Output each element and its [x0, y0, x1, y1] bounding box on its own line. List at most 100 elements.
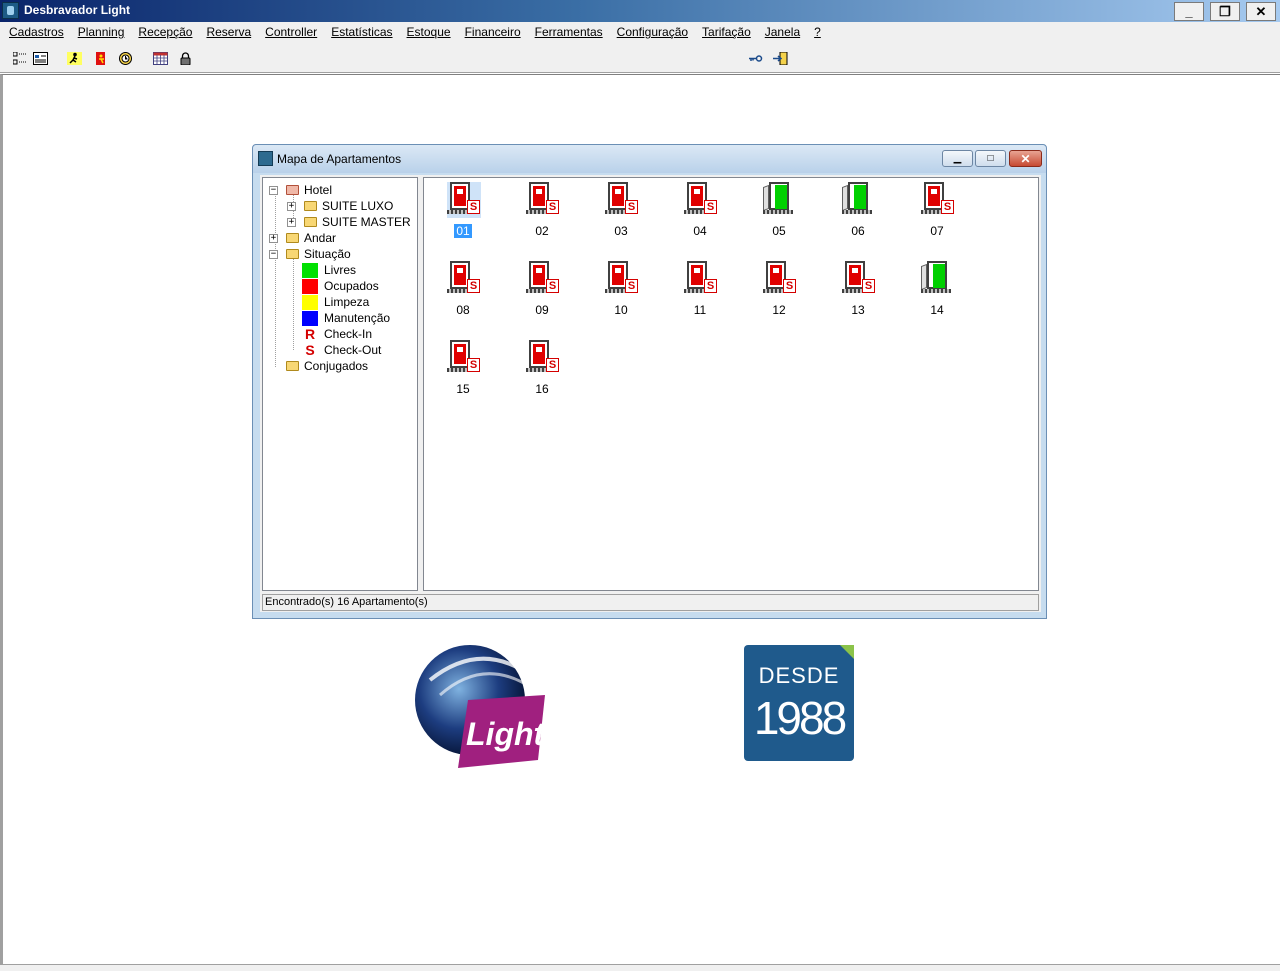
- child-close-button[interactable]: ✕: [1009, 150, 1042, 167]
- room-tree[interactable]: − Hotel + SUITE LUXO + SUITE MASTER + An…: [262, 177, 418, 591]
- apartment-number: 13: [851, 303, 865, 317]
- expand-icon[interactable]: +: [287, 217, 296, 227]
- menu-item[interactable]: Estoque: [400, 22, 458, 43]
- apartment-16[interactable]: S 16: [512, 340, 572, 400]
- child-title: Mapa de Apartamentos: [277, 152, 402, 166]
- folder-icon: [286, 233, 299, 243]
- legend-check-out[interactable]: S Check-Out: [302, 342, 381, 358]
- occupied-room-icon: S: [763, 261, 797, 297]
- minimize-button[interactable]: _: [1174, 2, 1204, 21]
- menu-item[interactable]: Planning: [71, 22, 132, 43]
- menu-item[interactable]: ?: [807, 22, 828, 43]
- apartment-icon-list[interactable]: S 01 S 02 S 03 S 04 05 06 S 07 S 08 S 09 S 10 S 11 S 12 S 13 14 S…: [423, 177, 1039, 591]
- tree-node-conjugados[interactable]: Conjugados: [286, 358, 368, 374]
- apartment-13[interactable]: S 13: [828, 261, 888, 321]
- apartment-14[interactable]: 14: [907, 261, 967, 321]
- toolbar: [0, 43, 1280, 73]
- apartment-07[interactable]: S 07: [907, 182, 967, 242]
- folder-open-icon: [286, 185, 299, 195]
- restore-button[interactable]: ❐: [1210, 2, 1240, 21]
- occupied-room-icon: S: [526, 261, 560, 297]
- menu-item[interactable]: Recepção: [131, 22, 199, 43]
- apartment-02[interactable]: S 02: [512, 182, 572, 242]
- apartment-11[interactable]: S 11: [670, 261, 730, 321]
- occupied-room-icon: S: [842, 261, 876, 297]
- occupied-room-icon: S: [526, 340, 560, 376]
- tree-node-suite-luxo[interactable]: + SUITE LUXO: [287, 198, 393, 214]
- apartment-08[interactable]: S 08: [433, 261, 493, 321]
- menu-bar: Cadastros Planning Recepção Reserva Controll…: [0, 22, 1280, 43]
- tree-node-situacao[interactable]: − Situação: [269, 246, 351, 262]
- occupied-room-icon: S: [684, 261, 718, 297]
- apartment-03[interactable]: S 03: [591, 182, 651, 242]
- apartment-12[interactable]: S 12: [749, 261, 809, 321]
- apartment-number: 04: [693, 224, 707, 238]
- menu-item[interactable]: Configuração: [610, 22, 695, 43]
- menu-item[interactable]: Estatísticas: [324, 22, 399, 43]
- tree-line: [293, 254, 294, 350]
- apartment-05[interactable]: 05: [749, 182, 809, 242]
- legend-check-in[interactable]: R Check-In: [302, 326, 372, 342]
- occupied-room-icon: S: [921, 182, 955, 218]
- collapse-icon[interactable]: −: [269, 249, 278, 259]
- occupied-room-icon: S: [684, 182, 718, 218]
- check-out-icon: S: [305, 342, 315, 358]
- menu-item[interactable]: Financeiro: [458, 22, 528, 43]
- occupied-room-icon: S: [447, 182, 481, 218]
- runner-icon[interactable]: [64, 48, 84, 68]
- child-minimize-button[interactable]: ▁: [942, 150, 973, 167]
- legend-livres[interactable]: Livres: [302, 262, 356, 278]
- tree-node-suite-master[interactable]: + SUITE MASTER: [287, 214, 411, 230]
- key-icon[interactable]: [745, 48, 765, 68]
- child-maximize-button[interactable]: □: [975, 150, 1006, 167]
- apartment-map-window: Mapa de Apartamentos ▁ □ ✕ − Hotel + SUI…: [252, 144, 1047, 619]
- desde-1988-logo: DESDE 1988: [744, 645, 854, 761]
- apartment-number: 14: [930, 303, 944, 317]
- tree-node-hotel[interactable]: − Hotel: [269, 182, 332, 198]
- close-button[interactable]: ✕: [1246, 2, 1276, 21]
- tree-line: [275, 190, 276, 367]
- tree-view-icon[interactable]: [10, 48, 30, 68]
- folder-icon: [304, 201, 317, 211]
- menu-item[interactable]: Controller: [258, 22, 324, 43]
- expand-icon[interactable]: +: [269, 233, 278, 243]
- free-room-icon: [842, 182, 876, 218]
- apartment-number: 02: [535, 224, 549, 238]
- clock-icon[interactable]: [115, 48, 135, 68]
- apartment-06[interactable]: 06: [828, 182, 888, 242]
- child-titlebar[interactable]: Mapa de Apartamentos ▁ □ ✕: [253, 145, 1046, 173]
- apartment-number: 03: [614, 224, 628, 238]
- apartment-10[interactable]: S 10: [591, 261, 651, 321]
- app-titlebar: Desbravador Light _ ❐ ✕: [0, 0, 1280, 22]
- legend-manutencao[interactable]: Manutenção: [302, 310, 390, 326]
- occupied-room-icon: S: [447, 340, 481, 376]
- app-icon[interactable]: [2, 2, 19, 19]
- expand-icon[interactable]: +: [287, 201, 296, 211]
- door-exit-icon[interactable]: [90, 48, 110, 68]
- menu-item[interactable]: Cadastros: [2, 22, 71, 43]
- lock-icon[interactable]: [175, 48, 195, 68]
- exit-door-icon[interactable]: [770, 48, 790, 68]
- apartment-number: 15: [456, 382, 470, 396]
- apartment-04[interactable]: S 04: [670, 182, 730, 242]
- form-icon[interactable]: [30, 48, 50, 68]
- menu-item[interactable]: Ferramentas: [528, 22, 610, 43]
- menu-item[interactable]: Reserva: [199, 22, 258, 43]
- apartment-15[interactable]: S 15: [433, 340, 493, 400]
- apartment-number: 16: [535, 382, 549, 396]
- calendar-icon[interactable]: [150, 48, 170, 68]
- legend-ocupados[interactable]: Ocupados: [302, 278, 379, 294]
- menu-item[interactable]: Tarifação: [695, 22, 758, 43]
- menu-item[interactable]: Janela: [758, 22, 807, 43]
- apartment-number: 01: [454, 224, 472, 238]
- apartment-number: 09: [535, 303, 549, 317]
- collapse-icon[interactable]: −: [269, 185, 278, 195]
- app-title: Desbravador Light: [24, 3, 131, 17]
- legend-limpeza[interactable]: Limpeza: [302, 294, 369, 310]
- yellow-swatch-icon: [302, 294, 318, 310]
- apartment-number: 07: [930, 224, 944, 238]
- tree-node-andar[interactable]: + Andar: [269, 230, 336, 246]
- folder-icon: [304, 217, 317, 227]
- apartment-01[interactable]: S 01: [433, 182, 493, 242]
- apartment-09[interactable]: S 09: [512, 261, 572, 321]
